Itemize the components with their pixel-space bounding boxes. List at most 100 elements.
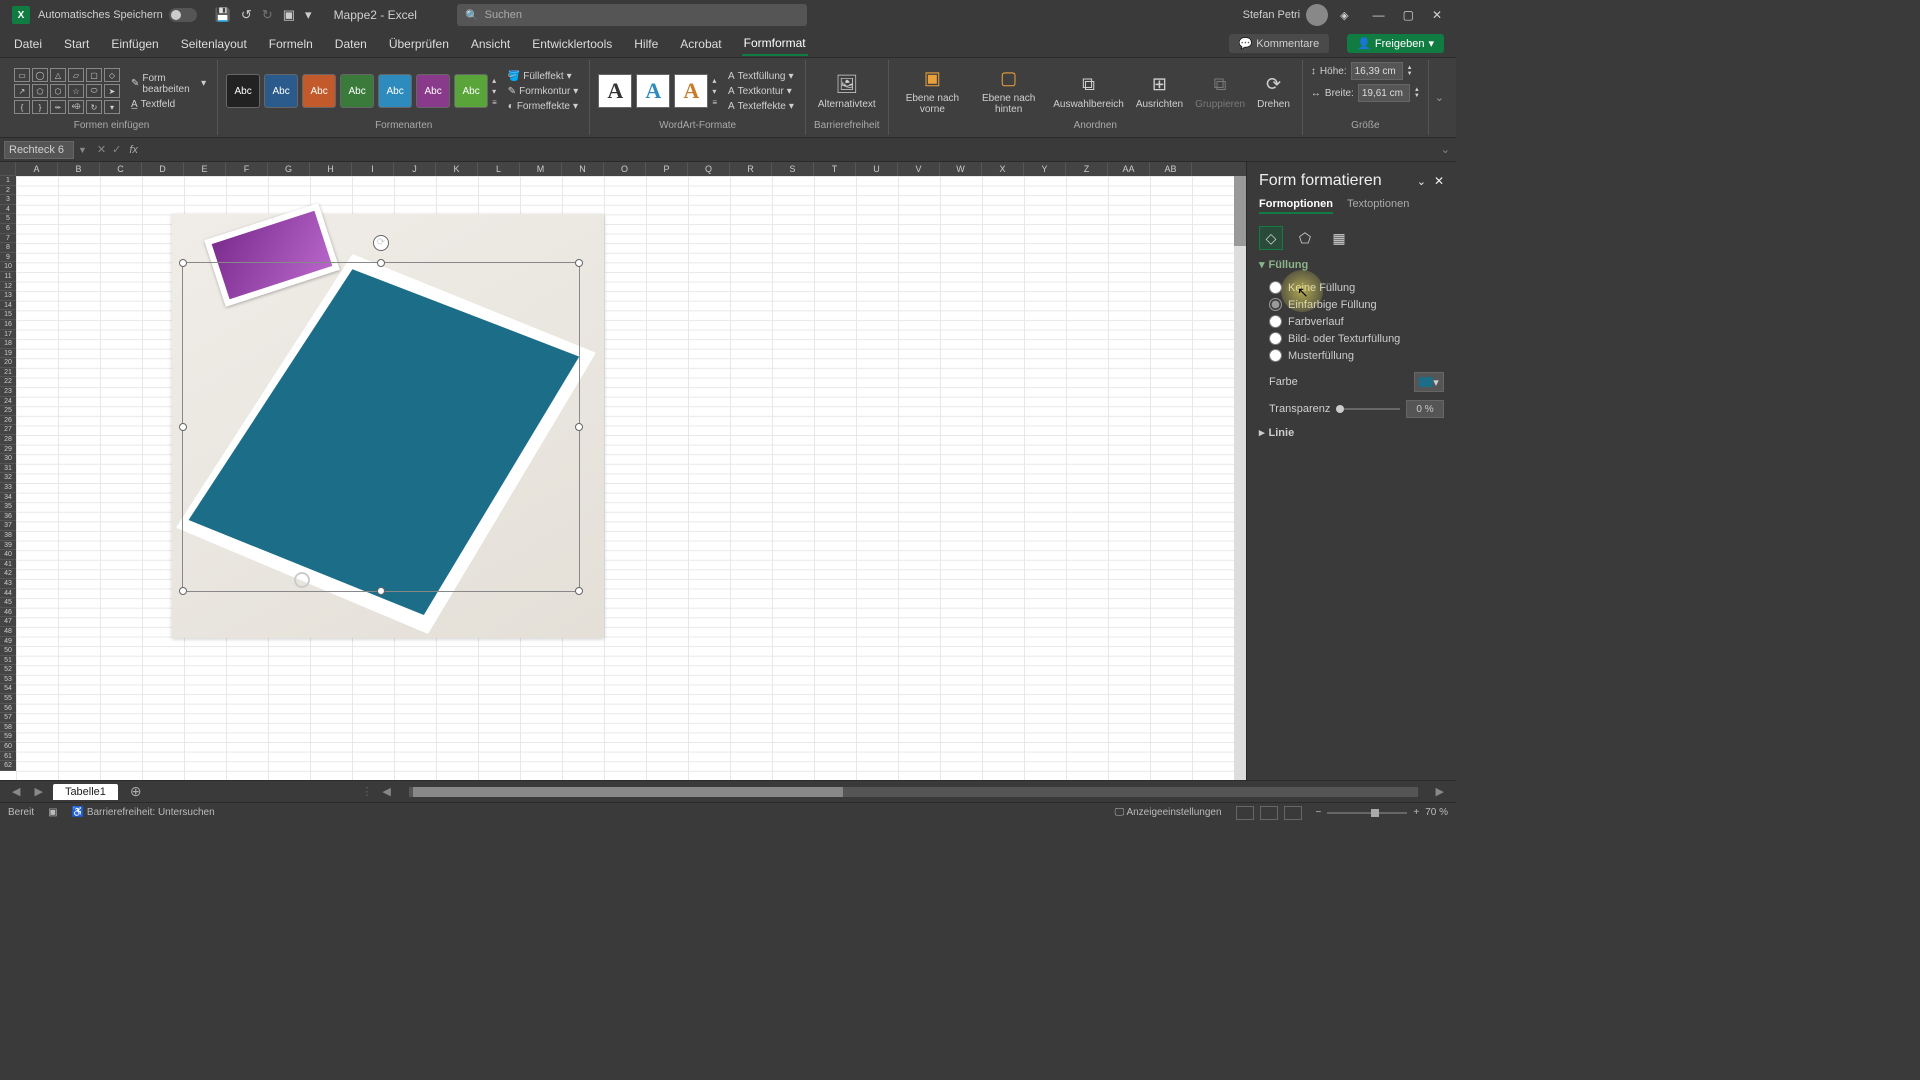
col-header[interactable]: A bbox=[16, 162, 58, 176]
minimize-icon[interactable]: — bbox=[1373, 8, 1385, 22]
row-header[interactable]: 7 bbox=[0, 234, 16, 244]
formkontur-button[interactable]: ✎ Formkontur ▾ bbox=[505, 85, 582, 98]
redo-icon[interactable]: ↻ bbox=[262, 7, 273, 23]
row-header[interactable]: 26 bbox=[0, 416, 16, 426]
col-header[interactable]: AA bbox=[1108, 162, 1150, 176]
row-header[interactable]: 47 bbox=[0, 617, 16, 627]
row-header[interactable]: 52 bbox=[0, 665, 16, 675]
col-header[interactable]: Q bbox=[688, 162, 730, 176]
col-header[interactable]: F bbox=[226, 162, 268, 176]
close-icon[interactable]: ✕ bbox=[1432, 8, 1442, 22]
row-header[interactable]: 58 bbox=[0, 723, 16, 733]
transparency-input[interactable] bbox=[1406, 400, 1444, 418]
fill-solid-radio[interactable]: Einfarbige Füllung bbox=[1259, 296, 1444, 313]
tab-split-handle[interactable]: ⋮ bbox=[361, 785, 372, 798]
accept-formula-icon[interactable]: ✓ bbox=[112, 143, 121, 156]
shape-style-4[interactable]: Abc bbox=[340, 74, 374, 108]
col-header[interactable]: U bbox=[856, 162, 898, 176]
wordart-style-1[interactable]: A bbox=[598, 74, 632, 108]
row-header[interactable]: 60 bbox=[0, 742, 16, 752]
autosave-control[interactable]: Automatisches Speichern bbox=[38, 8, 197, 22]
qat-more-icon[interactable]: ▾ bbox=[305, 7, 312, 23]
row-header[interactable]: 50 bbox=[0, 646, 16, 656]
column-headers[interactable]: ABCDEFGHIJKLMNOPQRSTUVWXYZAAAB bbox=[16, 162, 1246, 176]
row-header[interactable]: 59 bbox=[0, 732, 16, 742]
row-header[interactable]: 56 bbox=[0, 704, 16, 714]
wordart-gallery-more[interactable]: ▴▾≡ bbox=[712, 76, 717, 107]
share-button[interactable]: 👤 Freigeben ▾ bbox=[1347, 34, 1444, 53]
row-header[interactable]: 61 bbox=[0, 752, 16, 762]
add-sheet-button[interactable]: ⊕ bbox=[124, 783, 148, 800]
row-header[interactable]: 21 bbox=[0, 368, 16, 378]
zoom-slider[interactable] bbox=[1327, 812, 1407, 814]
view-pagebreak-button[interactable] bbox=[1284, 806, 1302, 820]
col-header[interactable]: N bbox=[562, 162, 604, 176]
formula-expand-icon[interactable]: ⌄ bbox=[1435, 143, 1456, 156]
hscroll-right[interactable]: ▶ bbox=[1432, 785, 1448, 798]
row-header[interactable]: 20 bbox=[0, 358, 16, 368]
row-header[interactable]: 37 bbox=[0, 521, 16, 531]
tab-daten[interactable]: Daten bbox=[333, 33, 369, 55]
display-settings[interactable]: 🖵 Anzeigeeinstellungen bbox=[1115, 807, 1222, 818]
col-header[interactable]: Z bbox=[1066, 162, 1108, 176]
row-header[interactable]: 55 bbox=[0, 694, 16, 704]
row-header[interactable]: 31 bbox=[0, 464, 16, 474]
col-header[interactable]: O bbox=[604, 162, 646, 176]
textfuellung-button[interactable]: A Textfüllung ▾ bbox=[725, 70, 797, 83]
textfeld-button[interactable]: A̲ Textfeld bbox=[128, 98, 209, 111]
width-spinner[interactable]: ▲▼ bbox=[1414, 87, 1420, 99]
row-header[interactable]: 41 bbox=[0, 560, 16, 570]
col-header[interactable]: AB bbox=[1150, 162, 1192, 176]
row-header[interactable]: 36 bbox=[0, 512, 16, 522]
tab-ueberpruefen[interactable]: Überprüfen bbox=[387, 33, 451, 55]
shape-style-5[interactable]: Abc bbox=[378, 74, 412, 108]
row-header[interactable]: 62 bbox=[0, 761, 16, 771]
row-header[interactable]: 9 bbox=[0, 253, 16, 263]
col-header[interactable]: M bbox=[520, 162, 562, 176]
namebox-dropdown-icon[interactable]: ▼ bbox=[78, 145, 87, 155]
row-header[interactable]: 18 bbox=[0, 339, 16, 349]
transparency-slider[interactable] bbox=[1336, 408, 1400, 410]
tab-formformat[interactable]: Formformat bbox=[742, 32, 808, 56]
shape-style-6[interactable]: Abc bbox=[416, 74, 450, 108]
tab-einfuegen[interactable]: Einfügen bbox=[109, 33, 160, 55]
fill-none-radio[interactable]: Keine Füllung bbox=[1259, 279, 1444, 296]
row-header[interactable]: 13 bbox=[0, 291, 16, 301]
ebene-vorne-button[interactable]: ▣Ebene nach vorne bbox=[897, 65, 968, 117]
user-account[interactable]: Stefan Petri bbox=[1243, 4, 1328, 26]
drehen-button[interactable]: ⟳Drehen bbox=[1253, 71, 1294, 112]
shape-style-7[interactable]: Abc bbox=[454, 74, 488, 108]
col-header[interactable]: G bbox=[268, 162, 310, 176]
undo-icon[interactable]: ↺ bbox=[241, 7, 252, 23]
ribbon-collapse-button[interactable]: ⌄ bbox=[1429, 91, 1450, 104]
width-input[interactable] bbox=[1358, 84, 1410, 102]
row-header[interactable]: 15 bbox=[0, 310, 16, 320]
wordart-style-2[interactable]: A bbox=[636, 74, 670, 108]
pane-size-tab-icon[interactable]: ▦ bbox=[1327, 226, 1351, 250]
formeffekte-button[interactable]: ◐ Formeffekte ▾ bbox=[505, 100, 582, 113]
col-header[interactable]: D bbox=[142, 162, 184, 176]
view-normal-button[interactable] bbox=[1236, 806, 1254, 820]
row-header[interactable]: 45 bbox=[0, 598, 16, 608]
row-header[interactable]: 14 bbox=[0, 301, 16, 311]
tab-datei[interactable]: Datei bbox=[12, 33, 44, 55]
select-all-corner[interactable] bbox=[0, 162, 16, 176]
row-header[interactable]: 33 bbox=[0, 483, 16, 493]
row-header[interactable]: 44 bbox=[0, 589, 16, 599]
row-headers[interactable]: 1234567891011121314151617181920212223242… bbox=[0, 176, 16, 771]
shape-style-3[interactable]: Abc bbox=[302, 74, 336, 108]
shape-style-2[interactable]: Abc bbox=[264, 74, 298, 108]
col-header[interactable]: W bbox=[940, 162, 982, 176]
form-bearbeiten-button[interactable]: ✎ Form bearbeiten ▾ bbox=[128, 72, 209, 96]
row-header[interactable]: 57 bbox=[0, 713, 16, 723]
row-header[interactable]: 3 bbox=[0, 195, 16, 205]
pane-tab-textoptionen[interactable]: Textoptionen bbox=[1347, 198, 1409, 214]
row-header[interactable]: 5 bbox=[0, 214, 16, 224]
row-header[interactable]: 23 bbox=[0, 387, 16, 397]
style-gallery-more[interactable]: ▴▾≡ bbox=[492, 76, 497, 107]
row-header[interactable]: 43 bbox=[0, 579, 16, 589]
fill-picture-radio[interactable]: Bild- oder Texturfüllung bbox=[1259, 330, 1444, 347]
height-spinner[interactable]: ▲▼ bbox=[1407, 65, 1413, 77]
horizontal-scrollbar[interactable] bbox=[409, 787, 1418, 797]
zoom-in-button[interactable]: + bbox=[1413, 807, 1419, 818]
